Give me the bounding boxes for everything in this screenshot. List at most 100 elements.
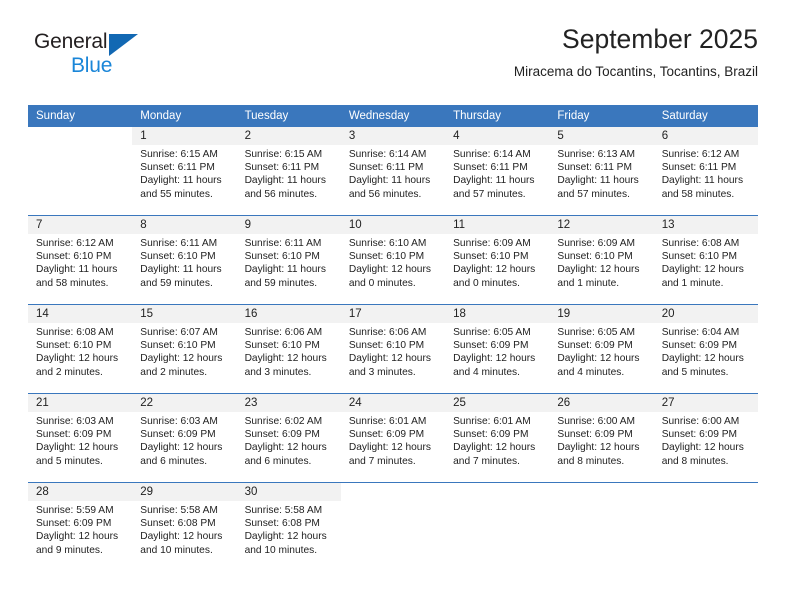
sunset-text: Sunset: 6:09 PM (36, 518, 112, 530)
day-cell-inner: 19 Sunrise: 6:05 AM Sunset: 6:09 PM Dayligh… (549, 305, 654, 393)
calendar-day-cell[interactable]: 14 Sunrise: 6:08 AM Sunset: 6:10 PM Dayligh… (28, 304, 133, 394)
calendar-day-cell[interactable]: 13 Sunrise: 6:08 AM Sunset: 6:10 PM Dayligh… (653, 215, 758, 305)
calendar-day-cell[interactable]: 26 Sunrise: 6:00 AM Sunset: 6:09 PM Dayligh… (549, 393, 654, 483)
daylight-text-line1: Daylight: 12 hours (661, 264, 744, 276)
calendar-day-cell[interactable]: 23 Sunrise: 6:02 AM Sunset: 6:09 PM Dayligh… (236, 393, 341, 483)
daylight-text-line1: Daylight: 12 hours (453, 353, 536, 365)
sunset-text: Sunset: 6:10 PM (557, 251, 633, 263)
calendar-day-cell[interactable]: 8 Sunrise: 6:11 AM Sunset: 6:10 PM Daylight… (132, 215, 237, 305)
calendar-day-cell[interactable]: 16 Sunrise: 6:06 AM Sunset: 6:10 PM Dayligh… (236, 304, 341, 394)
sunrise-text: Sunrise: 6:10 AM (348, 238, 427, 249)
sunrise-text: Sunrise: 5:58 AM (244, 505, 323, 516)
calendar-day-cell[interactable]: 21 Sunrise: 6:03 AM Sunset: 6:09 PM Dayligh… (28, 393, 133, 483)
calendar-day-cell[interactable]: 15 Sunrise: 6:07 AM Sunset: 6:10 PM Dayligh… (132, 304, 237, 394)
day-number: 9 (236, 216, 341, 234)
calendar-day-cell[interactable]: 11 Sunrise: 6:09 AM Sunset: 6:10 PM Dayligh… (445, 215, 550, 305)
day-details: Sunrise: 5:58 AM Sunset: 6:08 PM Daylight:… (237, 501, 341, 557)
day-cell-inner: 25 Sunrise: 6:01 AM Sunset: 6:09 PM Dayligh… (445, 394, 550, 482)
general-blue-logo[interactable]: General Blue (34, 30, 174, 86)
calendar-day-cell[interactable]: 19 Sunrise: 6:05 AM Sunset: 6:09 PM Dayligh… (549, 304, 654, 394)
daylight-text-line1: Daylight: 12 hours (557, 264, 640, 276)
sunrise-text: Sunrise: 6:06 AM (348, 327, 427, 338)
sunrise-text: Sunrise: 5:58 AM (140, 505, 218, 516)
sunset-text: Sunset: 6:10 PM (661, 251, 738, 263)
daylight-text-line1: Daylight: 11 hours (348, 175, 431, 187)
title-block: September 2025 Miracema do Tocantins, To… (514, 22, 758, 82)
calendar-week-row: 7 Sunrise: 6:12 AM Sunset: 6:10 PM Daylight… (28, 215, 758, 305)
calendar-day-cell[interactable]: 22 Sunrise: 6:03 AM Sunset: 6:09 PM Dayligh… (132, 393, 237, 483)
day-cell-inner: 26 Sunrise: 6:00 AM Sunset: 6:09 PM Dayligh… (549, 394, 654, 482)
page-header: General Blue September 2025 Miracema do … (28, 22, 758, 100)
day-number: 16 (236, 305, 341, 323)
calendar-day-cell[interactable]: 24 Sunrise: 6:01 AM Sunset: 6:09 PM Dayligh… (340, 393, 446, 483)
day-number: 13 (653, 216, 758, 234)
day-number: 10 (340, 216, 446, 234)
logo-triangle-icon (109, 34, 138, 56)
calendar-day-cell[interactable]: 25 Sunrise: 6:01 AM Sunset: 6:09 PM Dayligh… (445, 393, 550, 483)
day-cell-inner (445, 483, 550, 571)
day-number: 29 (132, 483, 237, 501)
calendar-day-cell (28, 127, 133, 216)
day-details: Sunrise: 6:08 AM Sunset: 6:10 PM Daylight:… (28, 323, 132, 379)
daylight-text-line1: Daylight: 11 hours (140, 264, 222, 276)
calendar-day-cell[interactable]: 29 Sunrise: 5:58 AM Sunset: 6:08 PM Dayligh… (132, 482, 237, 571)
daylight-text-line2: and 3 minutes. (244, 366, 312, 378)
sunset-text: Sunset: 6:10 PM (348, 340, 425, 352)
day-number (28, 127, 133, 145)
calendar-header-row: Sunday Monday Tuesday Wednesday Thursday… (28, 105, 758, 127)
daylight-text-line1: Daylight: 12 hours (348, 442, 431, 454)
calendar-day-cell[interactable]: 2 Sunrise: 6:15 AM Sunset: 6:11 PM Daylight… (236, 127, 341, 216)
weekday-header-thursday: Thursday (445, 105, 550, 127)
calendar-day-cell[interactable]: 10 Sunrise: 6:10 AM Sunset: 6:10 PM Dayligh… (340, 215, 446, 305)
calendar-day-cell[interactable]: 18 Sunrise: 6:05 AM Sunset: 6:09 PM Dayligh… (445, 304, 550, 394)
sunset-text: Sunset: 6:11 PM (244, 162, 320, 174)
day-number: 11 (445, 216, 550, 234)
calendar-day-cell[interactable]: 7 Sunrise: 6:12 AM Sunset: 6:10 PM Daylight… (28, 215, 133, 305)
day-details: Sunrise: 6:05 AM Sunset: 6:09 PM Daylight:… (549, 323, 653, 379)
calendar-day-cell[interactable]: 4 Sunrise: 6:14 AM Sunset: 6:11 PM Daylight… (445, 127, 550, 216)
day-details: Sunrise: 6:09 AM Sunset: 6:10 PM Daylight:… (549, 234, 653, 290)
weekday-header-friday: Friday (549, 105, 654, 127)
day-number (340, 483, 446, 501)
day-number: 23 (236, 394, 341, 412)
day-number: 30 (236, 483, 341, 501)
daylight-text-line1: Daylight: 11 hours (661, 175, 744, 187)
calendar-day-cell[interactable]: 17 Sunrise: 6:06 AM Sunset: 6:10 PM Dayligh… (340, 304, 446, 394)
daylight-text-line2: and 8 minutes. (557, 455, 625, 467)
calendar-day-cell[interactable]: 3 Sunrise: 6:14 AM Sunset: 6:11 PM Daylight… (340, 127, 446, 216)
day-details: Sunrise: 6:03 AM Sunset: 6:09 PM Daylight:… (132, 412, 236, 468)
day-number: 20 (653, 305, 758, 323)
daylight-text-line1: Daylight: 12 hours (557, 442, 640, 454)
day-details: Sunrise: 6:10 AM Sunset: 6:10 PM Daylight:… (341, 234, 445, 290)
weekday-header-saturday: Saturday (653, 105, 758, 127)
sunrise-text: Sunrise: 6:15 AM (140, 149, 218, 160)
calendar-day-cell[interactable]: 28 Sunrise: 5:59 AM Sunset: 6:09 PM Dayligh… (28, 482, 133, 571)
calendar-day-cell[interactable]: 1 Sunrise: 6:15 AM Sunset: 6:11 PM Daylight… (132, 127, 237, 216)
day-number: 27 (653, 394, 758, 412)
day-cell-inner: 20 Sunrise: 6:04 AM Sunset: 6:09 PM Dayligh… (653, 305, 758, 393)
sunset-text: Sunset: 6:11 PM (557, 162, 632, 174)
daylight-text-line2: and 10 minutes. (244, 544, 318, 556)
day-cell-inner: 13 Sunrise: 6:08 AM Sunset: 6:10 PM Dayligh… (653, 216, 758, 304)
calendar-day-cell[interactable]: 9 Sunrise: 6:11 AM Sunset: 6:10 PM Daylight… (236, 215, 341, 305)
sunset-text: Sunset: 6:09 PM (453, 340, 529, 352)
calendar-day-cell[interactable]: 6 Sunrise: 6:12 AM Sunset: 6:11 PM Daylight… (653, 127, 758, 216)
sunset-text: Sunset: 6:09 PM (557, 340, 633, 352)
calendar-day-cell[interactable]: 30 Sunrise: 5:58 AM Sunset: 6:08 PM Dayligh… (236, 482, 341, 571)
sunset-text: Sunset: 6:10 PM (453, 251, 529, 263)
daylight-text-line1: Daylight: 11 hours (244, 175, 326, 187)
daylight-text-line2: and 2 minutes. (36, 366, 103, 378)
day-details: Sunrise: 6:11 AM Sunset: 6:10 PM Daylight:… (132, 234, 236, 290)
sunrise-text: Sunrise: 6:04 AM (661, 327, 740, 338)
calendar-day-cell[interactable]: 12 Sunrise: 6:09 AM Sunset: 6:10 PM Dayligh… (549, 215, 654, 305)
daylight-text-line2: and 7 minutes. (348, 455, 416, 467)
calendar-day-cell[interactable]: 20 Sunrise: 6:04 AM Sunset: 6:09 PM Dayligh… (653, 304, 758, 394)
daylight-text-line2: and 10 minutes. (140, 544, 213, 556)
calendar-day-cell[interactable]: 5 Sunrise: 6:13 AM Sunset: 6:11 PM Daylight… (549, 127, 654, 216)
day-details: Sunrise: 6:09 AM Sunset: 6:10 PM Daylight:… (445, 234, 549, 290)
daylight-text-line2: and 7 minutes. (453, 455, 520, 467)
day-number: 25 (445, 394, 550, 412)
sunset-text: Sunset: 6:10 PM (244, 340, 320, 352)
calendar-day-cell[interactable]: 27 Sunrise: 6:00 AM Sunset: 6:09 PM Dayligh… (653, 393, 758, 483)
day-details: Sunrise: 6:14 AM Sunset: 6:11 PM Daylight:… (341, 145, 445, 201)
